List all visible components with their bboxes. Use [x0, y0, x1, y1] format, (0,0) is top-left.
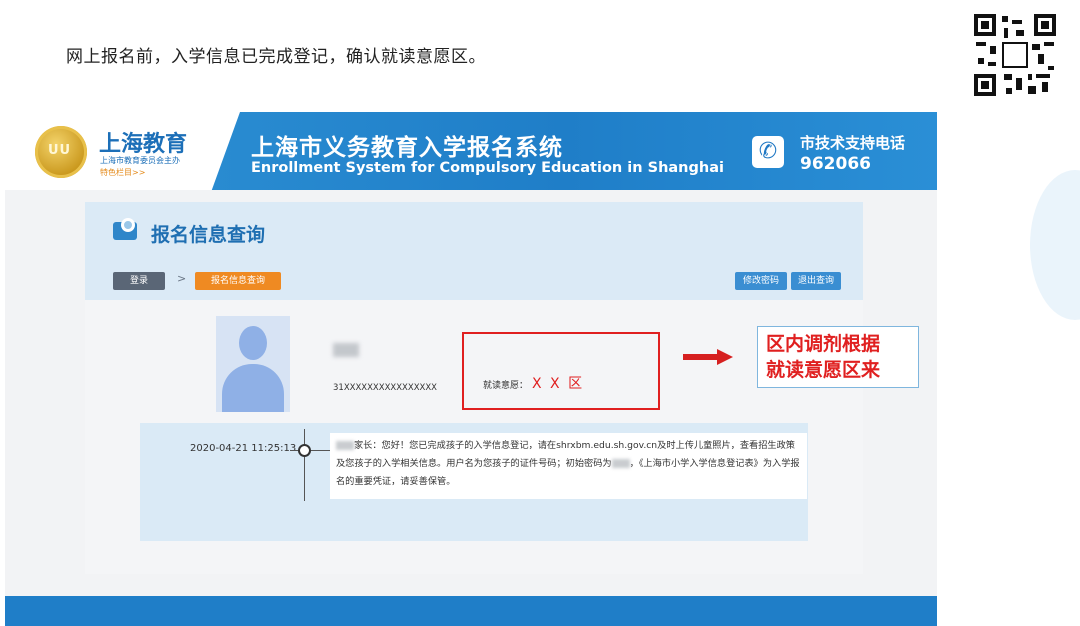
breadcrumb-current[interactable]: 报名信息查询 — [195, 272, 281, 290]
timeline-time: 2020-04-21 11:25:13 — [190, 443, 297, 454]
logo-panel: 上海教育 上海市教育委员会主办 特色栏目>> — [5, 112, 240, 190]
change-password-button[interactable]: 修改密码 — [735, 272, 787, 290]
panel-header: 报名信息查询 登录 > 报名信息查询 修改密码 退出查询 — [85, 202, 863, 300]
student-id-number: 31XXXXXXXXXXXXXXXX — [333, 383, 437, 393]
support-title: 市技术支持电话 — [800, 134, 906, 152]
redacted-name — [336, 441, 354, 450]
timeline-node — [298, 444, 311, 457]
highlight-box — [462, 332, 660, 410]
willingness-label: 就读意愿： — [483, 381, 529, 391]
annotation-box: 区内调剂根据 就读意愿区来 — [757, 326, 919, 388]
student-name-redacted — [333, 343, 359, 357]
system-title-en: Enrollment System for Compulsory Educati… — [251, 160, 724, 176]
logo-subtitle: 上海市教育委员会主办 — [100, 156, 180, 165]
willingness-value: X X 区 — [532, 376, 585, 392]
site-header: 上海教育 上海市教育委员会主办 特色栏目>> 上海市义务教育入学报名系统 Enr… — [5, 112, 937, 190]
panel-title: 报名信息查询 — [151, 224, 266, 246]
featured-link[interactable]: 特色栏目>> — [100, 167, 145, 178]
slide-caption: 网上报名前，入学信息已完成登记，确认就读意愿区。 — [66, 47, 486, 67]
annotation-arrow — [683, 349, 733, 365]
support-phone: 962066 — [800, 154, 871, 174]
timeline-axis — [304, 429, 305, 501]
slide: 网上报名前，入学信息已完成登记，确认就读意愿区。 上海教育 上海市教育委员 — [0, 0, 1080, 626]
site-footer — [5, 596, 937, 626]
breadcrumb-login[interactable]: 登录 — [113, 272, 165, 290]
search-document-icon — [113, 218, 141, 242]
decorative-circle — [1030, 170, 1080, 320]
query-panel: 报名信息查询 登录 > 报名信息查询 修改密码 退出查询 31XXXXXXXXX… — [85, 202, 863, 574]
timeline-message: 家长：您好！您已完成孩子的入学信息登记，请在shrxbm.edu.sh.gov.… — [330, 433, 807, 499]
phone-icon: ✆ — [752, 136, 784, 168]
timeline: 2020-04-21 11:25:13 家长：您好！您已完成孩子的入学信息登记，… — [140, 423, 808, 541]
annotation-line-2: 就读意愿区来 — [766, 359, 881, 381]
annotation-line-1: 区内调剂根据 — [766, 333, 881, 355]
redacted-password — [611, 459, 630, 468]
breadcrumb-separator: > — [177, 272, 187, 285]
system-title: 上海市义务教育入学报名系统 — [251, 135, 563, 161]
logout-query-button[interactable]: 退出查询 — [791, 272, 841, 290]
qr-code — [972, 12, 1058, 98]
student-avatar — [216, 316, 290, 412]
logo-title[interactable]: 上海教育 — [99, 126, 187, 158]
emblem-icon — [35, 126, 87, 178]
